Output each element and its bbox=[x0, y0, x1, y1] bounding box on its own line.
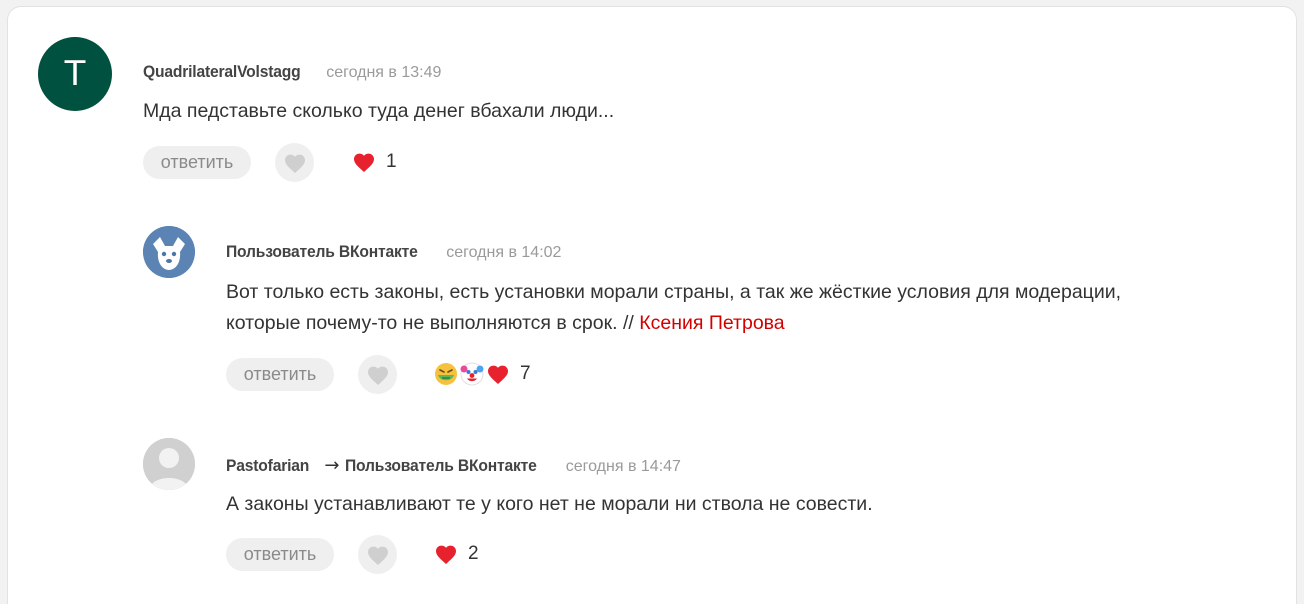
author-name[interactable]: Pastofarian bbox=[226, 456, 309, 476]
default-user-icon bbox=[143, 438, 195, 490]
reply-arrow-icon: → bbox=[324, 455, 340, 476]
author-name[interactable]: QuadrilateralVolstagg bbox=[143, 62, 301, 82]
like-button[interactable] bbox=[358, 535, 397, 574]
reactions[interactable]: 7 bbox=[434, 362, 531, 386]
reaction-count: 1 bbox=[386, 151, 397, 172]
avatar[interactable] bbox=[143, 438, 195, 490]
avatar[interactable] bbox=[143, 226, 195, 278]
heart-outline-icon bbox=[284, 154, 305, 173]
heart-icon bbox=[488, 365, 508, 384]
like-button[interactable] bbox=[275, 143, 314, 182]
comment-text-line: которые почему-то не выполняются в срок.… bbox=[226, 308, 1121, 339]
reaction-count: 2 bbox=[468, 543, 479, 564]
reaction-count: 7 bbox=[520, 363, 531, 384]
timestamp[interactable]: сегодня в 14:02 bbox=[446, 244, 561, 262]
heart-outline-icon bbox=[367, 546, 388, 565]
nauseated-face-icon bbox=[435, 363, 457, 385]
comment-header: Пользователь ВКонтакте сегодня в 14:02 bbox=[226, 242, 561, 262]
reactions[interactable]: 1 bbox=[352, 150, 397, 174]
mention-link[interactable]: Ксения Петрова bbox=[639, 312, 784, 334]
reply-button[interactable]: ответить bbox=[226, 538, 334, 571]
timestamp[interactable]: сегодня в 13:49 bbox=[326, 64, 441, 82]
comment-text: Мда педставьте сколько туда денег вбахал… bbox=[143, 100, 615, 122]
author-name[interactable]: Пользователь ВКонтакте bbox=[226, 242, 418, 262]
vk-dog-icon bbox=[143, 226, 195, 278]
timestamp[interactable]: сегодня в 14:47 bbox=[566, 458, 681, 476]
reply-button[interactable]: ответить bbox=[143, 146, 251, 179]
comment-text: А законы устанавливают те у кого нет не … bbox=[226, 493, 873, 515]
like-button[interactable] bbox=[358, 355, 397, 394]
comment-header: QuadrilateralVolstagg сегодня в 13:49 bbox=[143, 62, 441, 82]
reactions[interactable]: 2 bbox=[434, 542, 479, 566]
heart-icon bbox=[354, 153, 374, 172]
heart-icon bbox=[436, 545, 456, 564]
reply-to-name[interactable]: Пользователь ВКонтакте bbox=[345, 456, 537, 476]
reply-button[interactable]: ответить bbox=[226, 358, 334, 391]
comments-card: T QuadrilateralVolstagg сегодня в 13:49 … bbox=[7, 6, 1297, 604]
avatar-letter: T bbox=[64, 54, 86, 94]
comment-text-fragment: которые почему-то не выполняются в срок.… bbox=[226, 312, 640, 334]
clown-face-icon bbox=[460, 362, 484, 386]
heart-outline-icon bbox=[367, 366, 388, 385]
comment-header: Pastofarian → Пользователь ВКонтакте сег… bbox=[226, 455, 681, 476]
avatar[interactable]: T bbox=[38, 37, 112, 111]
comment-text-line: Вот только есть законы, есть установки м… bbox=[226, 281, 1122, 303]
comment-text: Вот только есть законы, есть установки м… bbox=[226, 277, 1121, 339]
